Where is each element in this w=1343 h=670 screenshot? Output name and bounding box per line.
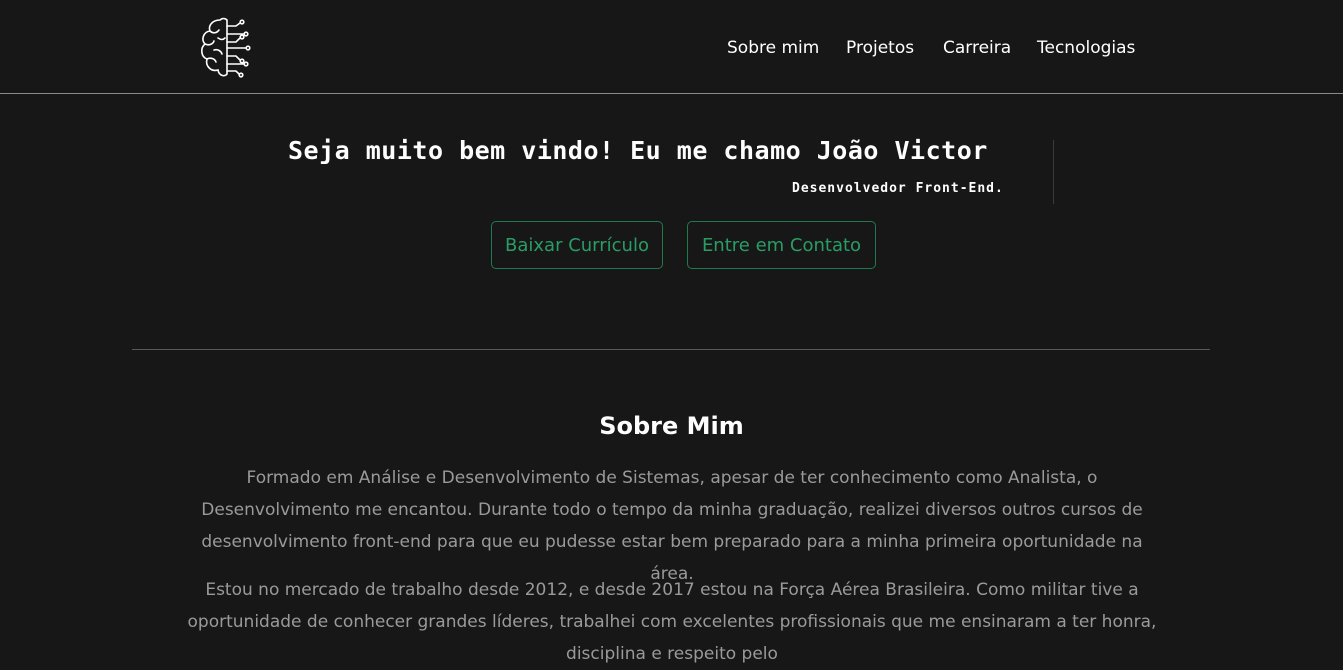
about-paragraph: Estou no mercado de trabalho desde 2012,… <box>187 580 1157 664</box>
hero-title: Seja muito bem vindo! Eu me chamo João V… <box>288 136 988 165</box>
nav-link-projetos[interactable]: Projetos <box>846 38 914 58</box>
contact-button[interactable]: Entre em Contato <box>687 221 876 269</box>
typing-cursor <box>1053 140 1054 204</box>
download-resume-button[interactable]: Baixar Currículo <box>491 221 663 269</box>
brain-circuit-icon[interactable] <box>198 16 254 80</box>
nav-link-carreira[interactable]: Carreira <box>943 38 1011 58</box>
nav-link-tecnologias[interactable]: Tecnologias <box>1037 38 1135 58</box>
about-paragraph: Formado em Análise e Desenvolvimento de … <box>201 468 1143 584</box>
nav-link-sobre-mim[interactable]: Sobre mim <box>727 38 819 58</box>
navbar: Sobre mim Projetos Carreira Tecnologias <box>0 0 1343 94</box>
about-title: Sobre Mim <box>599 412 744 440</box>
section-divider <box>132 349 1210 350</box>
hero-subtitle: Desenvolvedor Front-End. <box>792 181 1004 196</box>
